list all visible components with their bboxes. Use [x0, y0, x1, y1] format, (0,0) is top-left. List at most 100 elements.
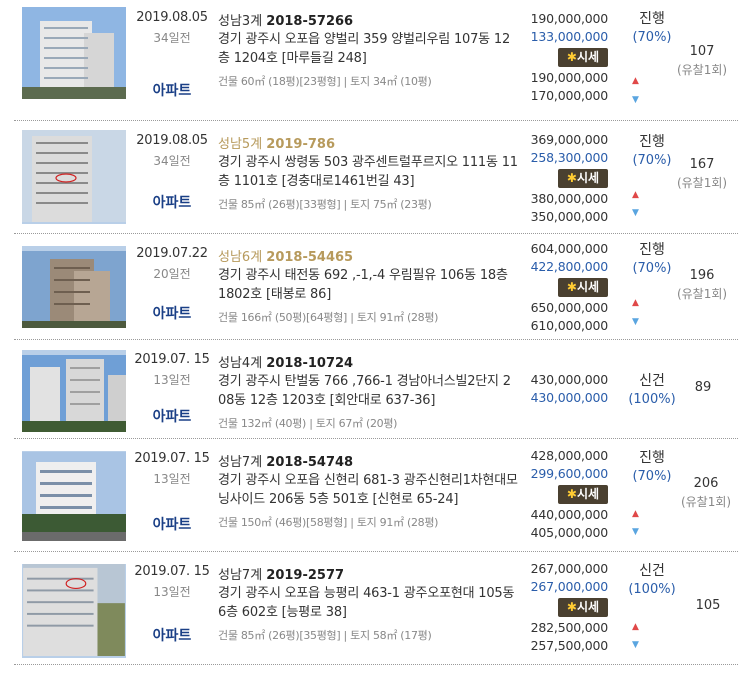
row-divider	[14, 664, 738, 665]
case-number-link[interactable]: 2019-786	[266, 137, 335, 152]
court-name: 성남5계	[218, 137, 263, 152]
days-ago: 13일전	[153, 585, 191, 599]
market-price-button[interactable]: ✱시세	[558, 485, 608, 504]
auction-status: 진행	[639, 11, 665, 27]
area-info: 건물 60㎡ (18평)[23평형] | 토지 34㎡ (10평)	[218, 75, 432, 88]
property-type-link[interactable]: 아파트	[132, 625, 212, 645]
row-divider	[14, 120, 738, 121]
appraisal-price: 267,000,000	[530, 561, 609, 576]
market-price-low: 405,000,000	[530, 525, 609, 540]
list-item[interactable]: 2019.07. 15 13일전 아파트 성남7계 2019-2577 경기 광…	[14, 554, 748, 666]
down-arrow-icon: ▼	[632, 95, 639, 105]
property-type-link[interactable]: 아파트	[132, 303, 212, 323]
up-arrow-icon: ▲	[632, 509, 639, 519]
list-item[interactable]: 2019.07. 15 13일전 아파트 성남4계 2018-10724 경기 …	[14, 342, 748, 438]
appraisal-price: 190,000,000	[530, 11, 609, 26]
property-photo[interactable]	[22, 130, 126, 224]
case-number-link[interactable]: 2018-57266	[266, 14, 353, 29]
row-divider	[14, 438, 738, 439]
view-count: 105	[695, 598, 721, 613]
property-address-link[interactable]: 경기 광주시 오포읍 능평리 463-1 광주오포현대 105동 6층 602호…	[218, 584, 518, 622]
appraisal-price: 369,000,000	[530, 132, 609, 147]
sale-date: 2019.07. 15	[134, 451, 210, 466]
market-price-low: 257,500,000	[530, 638, 609, 653]
case-number-link[interactable]: 2019-2577	[266, 568, 344, 583]
up-arrow-icon: ▲	[632, 190, 639, 200]
market-price-high: 440,000,000	[530, 507, 609, 522]
building-photo-icon	[22, 251, 126, 328]
market-price-button[interactable]: ✱시세	[558, 598, 608, 617]
market-price-button[interactable]: ✱시세	[558, 169, 608, 188]
building-photo-icon	[22, 130, 126, 222]
market-price-high: 282,500,000	[530, 620, 609, 635]
sale-date: 2019.07.22	[136, 246, 208, 261]
area-info: 건물 166㎡ (50평)[64평형] | 토지 91㎡ (28평)	[218, 311, 439, 324]
sale-date: 2019.07. 15	[134, 564, 210, 579]
property-address-link[interactable]: 경기 광주시 오포읍 신현리 681-3 광주신현리1차현대모닝사이드 206동…	[218, 471, 518, 509]
court-name: 성남4계	[218, 356, 263, 371]
star-icon: ✱	[566, 171, 577, 185]
days-ago: 34일전	[153, 154, 191, 168]
property-type-link[interactable]: 아파트	[132, 80, 212, 100]
row-divider	[14, 551, 738, 552]
building-photo-icon	[22, 7, 126, 99]
bid-percent: (70%)	[632, 469, 672, 484]
auction-status: 진행	[639, 242, 665, 258]
market-price-high: 650,000,000	[530, 300, 609, 315]
view-count: 107	[689, 44, 715, 59]
case-number-link[interactable]: 2018-54465	[266, 250, 353, 265]
star-icon: ✱	[566, 50, 577, 64]
property-type-link[interactable]: 아파트	[132, 514, 212, 534]
property-address-link[interactable]: 경기 광주시 오포읍 양벌리 359 양벌리우림 107동 12층 1204호 …	[218, 30, 518, 68]
min-bid-price: 299,600,000	[530, 466, 609, 481]
list-item[interactable]: 2019.08.05 34일전 아파트 성남3계 2018-57266 경기 광…	[14, 0, 748, 120]
case-number-link[interactable]: 2018-54748	[266, 455, 353, 470]
fail-count: (유찰1회)	[676, 176, 728, 190]
list-item[interactable]: 2019.07.22 20일전 아파트 성남6계 2018-54465 경기 광…	[14, 236, 748, 339]
market-price-button[interactable]: ✱시세	[558, 48, 608, 67]
court-name: 성남7계	[218, 455, 263, 470]
appraisal-price: 430,000,000	[530, 372, 609, 387]
property-address-link[interactable]: 경기 광주시 태전동 692 ,-1,-4 우림필유 106동 18층 1802…	[218, 266, 518, 304]
case-number-link[interactable]: 2018-10724	[266, 356, 353, 371]
days-ago: 13일전	[153, 472, 191, 486]
property-type-link[interactable]: 아파트	[132, 192, 212, 212]
building-photo-icon	[22, 355, 126, 432]
property-photo[interactable]	[22, 451, 126, 541]
bid-percent: (100%)	[628, 582, 676, 597]
market-price-button[interactable]: ✱시세	[558, 278, 608, 297]
market-price-high: 380,000,000	[530, 191, 609, 206]
fail-count: (유찰1회)	[676, 287, 728, 301]
down-arrow-icon: ▼	[632, 208, 639, 218]
min-bid-price: 422,800,000	[530, 259, 609, 274]
bid-percent: (100%)	[628, 392, 676, 407]
row-divider	[14, 339, 738, 340]
sale-date: 2019.08.05	[136, 133, 208, 148]
area-info: 건물 85㎡ (26평)[33평형] | 토지 75㎡ (23평)	[218, 198, 432, 211]
list-item[interactable]: 2019.08.05 34일전 아파트 성남5계 2019-786 경기 광주시…	[14, 123, 748, 233]
star-icon: ✱	[566, 280, 577, 294]
days-ago: 20일전	[153, 267, 191, 281]
property-photo[interactable]	[22, 7, 126, 99]
property-type-link[interactable]: 아파트	[132, 406, 212, 426]
down-arrow-icon: ▼	[632, 640, 639, 650]
list-item[interactable]: 2019.07. 15 13일전 아파트 성남7계 2018-54748 경기 …	[14, 441, 748, 551]
fail-count: (유찰1회)	[680, 495, 732, 509]
building-photo-icon	[22, 452, 126, 541]
property-photo[interactable]	[22, 246, 126, 328]
min-bid-price: 133,000,000	[530, 29, 609, 44]
property-address-link[interactable]: 경기 광주시 탄벌동 766 ,766-1 경남아너스빌2단지 208동 12층…	[218, 372, 518, 410]
up-arrow-icon: ▲	[632, 76, 639, 86]
days-ago: 34일전	[153, 31, 191, 45]
property-address-link[interactable]: 경기 광주시 쌍령동 503 광주센트럴푸르지오 111동 11층 1101호 …	[218, 153, 518, 191]
property-photo[interactable]	[22, 564, 126, 658]
market-price-low: 170,000,000	[530, 88, 609, 103]
appraisal-price: 428,000,000	[530, 448, 609, 463]
auction-status: 신건	[639, 373, 665, 389]
up-arrow-icon: ▲	[632, 622, 639, 632]
court-name: 성남7계	[218, 568, 263, 583]
min-bid-price: 258,300,000	[530, 150, 609, 165]
property-photo[interactable]	[22, 350, 126, 432]
star-icon: ✱	[566, 487, 577, 501]
market-price-high: 190,000,000	[530, 70, 609, 85]
